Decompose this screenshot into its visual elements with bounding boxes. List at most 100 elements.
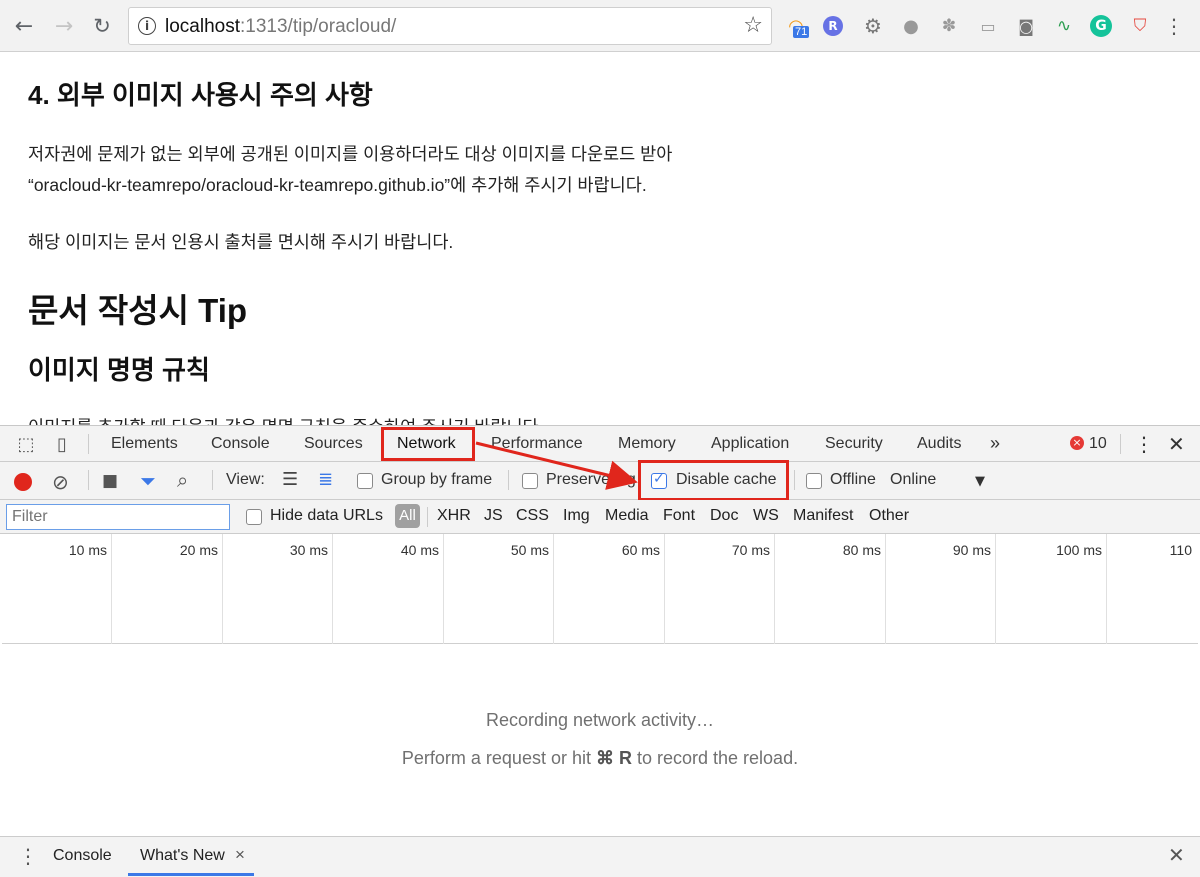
tab-application[interactable]: Application	[711, 435, 789, 453]
devtools-tabbar: ⬚ ▯ Elements Console Sources Network Per…	[0, 426, 1200, 462]
shield-extension-icon[interactable]: ⛉	[1128, 14, 1152, 38]
timeline-column: 20 ms	[112, 534, 223, 644]
preserve-log-checkbox[interactable]	[522, 473, 538, 489]
grammarly-extension-icon[interactable]: G	[1090, 15, 1112, 37]
error-count[interactable]: 10	[1089, 435, 1107, 453]
address-bar[interactable]: i localhost:1313/tip/oracloud/ ☆	[128, 7, 772, 45]
timeline-column: 10 ms	[2, 534, 112, 644]
paw-extension-icon[interactable]: ✽	[937, 14, 961, 38]
forward-button[interactable]: →	[50, 12, 78, 40]
filter-type-xhr[interactable]: XHR	[437, 507, 471, 525]
waterfall-view-icon[interactable]: ≣	[318, 469, 333, 490]
filter-bar: Hide data URLs All XHR JS CSS Img Media …	[0, 500, 1200, 534]
divider	[1120, 434, 1121, 454]
drawer-tab-console[interactable]: Console	[53, 847, 112, 865]
drawer-tab-whats-new[interactable]: What's New	[140, 847, 225, 865]
filter-type-media[interactable]: Media	[605, 507, 649, 525]
subsection-heading: 이미지 명명 규칙	[28, 355, 210, 385]
group-by-frame-checkbox[interactable]	[357, 473, 373, 489]
paragraph: 해당 이미지는 문서 인용시 출처를 면시해 주시기 바랍니다.	[28, 232, 454, 252]
group-by-frame-label[interactable]: Group by frame	[381, 471, 492, 489]
timeline-column: 100 ms	[996, 534, 1107, 644]
devtools-panel: ⬚ ▯ Elements Console Sources Network Per…	[0, 425, 1200, 877]
filter-type-doc[interactable]: Doc	[710, 507, 738, 525]
divider	[88, 434, 89, 454]
timeline-tick-label: 80 ms	[842, 542, 881, 558]
window-extension-icon[interactable]: ▭	[976, 14, 1000, 38]
timeline-column: 40 ms	[333, 534, 444, 644]
tab-audits[interactable]: Audits	[917, 435, 961, 453]
timeline-tick-label: 10 ms	[68, 542, 107, 558]
tab-memory[interactable]: Memory	[618, 435, 676, 453]
timeline-column: 80 ms	[775, 534, 886, 644]
timeline-column: 110	[1107, 534, 1198, 644]
info-icon[interactable]: i	[138, 17, 156, 35]
close-devtools-icon[interactable]: ✕	[1168, 432, 1185, 456]
extension-badge: 71	[793, 26, 810, 38]
clear-icon[interactable]: ⊘	[52, 470, 69, 494]
paragraph-line: 저자권에 문제가 없는 외부에 공개된 이미지를 이용하더라도 대상 이미지를 …	[28, 144, 673, 164]
filter-type-font[interactable]: Font	[663, 507, 695, 525]
timeline-tick-label: 60 ms	[621, 542, 660, 558]
devtools-menu-icon[interactable]: ⋮	[1134, 432, 1154, 456]
divider	[508, 470, 509, 490]
close-tab-icon[interactable]: ×	[235, 845, 245, 865]
search-icon[interactable]: ⌕	[177, 468, 188, 492]
divider	[794, 470, 795, 490]
inspect-element-icon[interactable]: ⬚	[12, 430, 40, 458]
filter-type-all[interactable]: All	[395, 504, 420, 528]
preserve-log-label[interactable]: Preserve log	[546, 471, 636, 489]
network-overview-timeline[interactable]: 10 ms 20 ms 30 ms 40 ms 50 ms 60 ms 70 m…	[2, 534, 1198, 644]
camera-extension-icon[interactable]: ◙	[1014, 14, 1038, 38]
reload-button[interactable]: ↻	[88, 12, 116, 40]
view-label: View:	[226, 471, 265, 488]
timeline-column: 90 ms	[886, 534, 996, 644]
filter-type-css[interactable]: CSS	[516, 507, 549, 525]
record-button[interactable]	[14, 473, 32, 491]
close-drawer-icon[interactable]: ✕	[1168, 843, 1185, 867]
r-extension-icon[interactable]: R	[823, 16, 843, 36]
timeline-tick-label: 70 ms	[731, 542, 770, 558]
tab-elements[interactable]: Elements	[111, 435, 178, 453]
hide-data-urls-checkbox[interactable]	[246, 509, 262, 525]
filter-funnel-icon[interactable]: ⏷	[140, 469, 156, 493]
throttling-select[interactable]: Online	[890, 471, 936, 489]
timeline-tick-label: 50 ms	[510, 542, 549, 558]
bookmark-star-icon[interactable]: ☆	[743, 13, 763, 38]
tab-sources[interactable]: Sources	[304, 435, 363, 453]
filter-type-ws[interactable]: WS	[753, 507, 779, 525]
chevron-down-icon[interactable]: ▼	[975, 474, 985, 489]
filter-type-img[interactable]: Img	[563, 507, 590, 525]
timeline-column: 70 ms	[665, 534, 775, 644]
tab-console[interactable]: Console	[211, 435, 270, 453]
gear-extension-icon[interactable]: ⚙	[861, 14, 885, 38]
back-button[interactable]: ←	[10, 12, 38, 40]
more-tabs-button[interactable]: »	[990, 433, 1000, 454]
error-icon[interactable]: ×	[1070, 436, 1084, 450]
sphere-extension-icon[interactable]: ●	[899, 14, 923, 38]
drawer-menu-icon[interactable]: ⋮	[18, 844, 38, 868]
hide-data-urls-label[interactable]: Hide data URLs	[270, 507, 383, 525]
page-title: 문서 작성시 Tip	[28, 292, 248, 329]
filter-type-manifest[interactable]: Manifest	[793, 507, 853, 525]
tab-security[interactable]: Security	[825, 435, 883, 453]
reload-hint-text: Perform a request or hit ⌘ R to record t…	[401, 748, 799, 768]
device-toolbar-icon[interactable]: ▯	[48, 430, 76, 458]
filter-input[interactable]	[6, 504, 230, 530]
paragraph: 이미지를 추가할 때 다음과 같은 명명 규칙을 준수하여 주시기 바랍니다.	[28, 414, 544, 425]
timeline-tick-label: 30 ms	[289, 542, 328, 558]
shortcut-key: ⌘ R	[595, 748, 632, 768]
list-view-icon[interactable]: ☰	[282, 469, 298, 490]
capture-screenshots-icon[interactable]: ■	[102, 471, 118, 491]
tab-performance[interactable]: Performance	[491, 435, 583, 453]
filter-type-js[interactable]: JS	[484, 507, 503, 525]
timeline-column: 50 ms	[444, 534, 554, 644]
menu-kebab-icon[interactable]: ⋮	[1162, 14, 1186, 38]
pulse-extension-icon[interactable]: ∿	[1052, 14, 1076, 38]
timeline-tick-label: 20 ms	[179, 542, 218, 558]
offline-checkbox[interactable]	[806, 473, 822, 489]
offline-label[interactable]: Offline	[830, 471, 876, 489]
filter-type-other[interactable]: Other	[869, 507, 909, 525]
timeline-tick-label: 90 ms	[952, 542, 991, 558]
highlight-disable-cache	[638, 460, 789, 501]
